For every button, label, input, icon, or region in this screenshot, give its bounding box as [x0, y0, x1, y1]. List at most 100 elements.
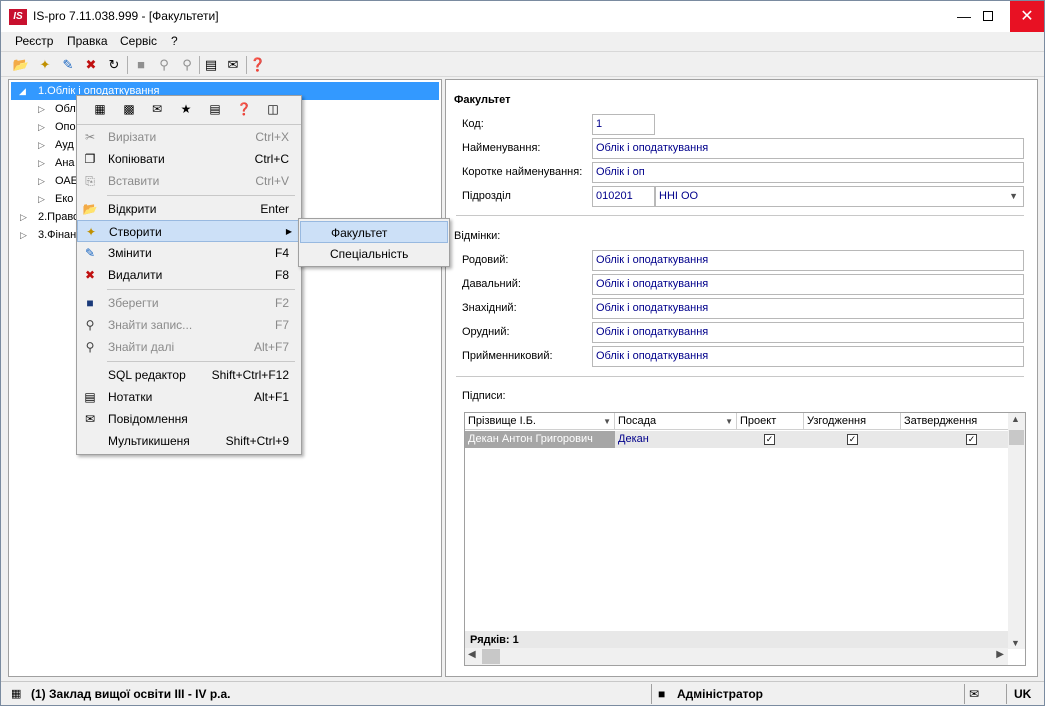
menu-multipocket[interactable]: Мультикишеня Shift+Ctrl+9 [77, 430, 301, 452]
genitive-field[interactable]: Облік і оподаткування [592, 250, 1024, 271]
menu-save[interactable]: ■ Зберегти F2 [77, 292, 301, 314]
menu-item-label: Вставити [108, 174, 160, 188]
menu-cut[interactable]: ✂ Вирізати Ctrl+X [77, 126, 301, 148]
chevron-left-icon[interactable]: ◀ [468, 649, 476, 660]
project-checkbox[interactable]: ✓ [764, 434, 775, 445]
help-icon[interactable]: ❓ [235, 100, 253, 118]
divider [964, 684, 965, 704]
tree-item-label: Ана [55, 157, 75, 169]
find-icon[interactable]: ⚲ [154, 55, 174, 75]
calculator-icon[interactable]: ▦ [91, 100, 109, 118]
expand-arrow-icon[interactable]: ▷ [38, 154, 45, 172]
organization-name: (1) Заклад вищої освіти ІІІ - IV р.а. [31, 687, 231, 701]
edit-document-icon[interactable]: ✎ [58, 55, 78, 75]
delete-document-icon[interactable]: ✖ [81, 55, 101, 75]
menu-item-label: Зберегти [108, 296, 159, 310]
star-icon[interactable]: ★ [177, 100, 195, 118]
copy-icon: ❐ [84, 152, 96, 166]
menu-find[interactable]: ⚲ Знайти запис... F7 [77, 314, 301, 336]
menu-open[interactable]: 📂 Відкрити Enter [77, 198, 301, 220]
chevron-down-icon[interactable]: ▼ [725, 413, 733, 430]
menu-notes[interactable]: ▤ Нотатки Alt+F1 [77, 386, 301, 408]
new-document-icon[interactable]: ✦ [35, 55, 55, 75]
division-select[interactable]: ННІ ОО ▼ [655, 186, 1024, 207]
menu-messages[interactable]: ✉ Повідомлення [77, 408, 301, 430]
tree-item-label: Обл [55, 103, 76, 115]
envelope-icon[interactable]: ✉ [969, 684, 979, 704]
menu-delete[interactable]: ✖ Видалити F8 [77, 264, 301, 286]
help-icon[interactable]: ❓ [248, 55, 268, 75]
expand-arrow-icon[interactable]: ▷ [38, 136, 45, 154]
table-row[interactable]: Декан Антон Григорович Декан ✓ ✓ ✓ [465, 431, 1008, 448]
menu-item-shortcut: Ctrl+C [254, 152, 289, 166]
code-field[interactable]: 1 [592, 114, 655, 135]
vertical-scrollbar[interactable]: ▲ ▼ [1008, 413, 1025, 649]
find-next-icon: ⚲ [85, 340, 95, 354]
menu-paste[interactable]: ⎘ Вставити Ctrl+V [77, 170, 301, 192]
expand-arrow-icon[interactable]: ▷ [38, 118, 45, 136]
expand-arrow-icon[interactable]: ▷ [38, 190, 45, 208]
column-header-project[interactable]: Проект [737, 413, 804, 430]
column-header-approval[interactable]: Узгодження [804, 413, 901, 430]
menu-edit-record[interactable]: ✎ Змінити F4 [77, 242, 301, 264]
expand-arrow-icon[interactable]: ▷ [20, 208, 27, 226]
language-indicator[interactable]: UK [1014, 684, 1031, 704]
scroll-thumb[interactable] [1009, 430, 1024, 445]
name-field[interactable]: Облік і оподаткування [592, 138, 1024, 159]
confirm-checkbox[interactable]: ✓ [966, 434, 977, 445]
menu-registry[interactable]: Реєстр [15, 34, 53, 48]
find-next-icon[interactable]: ⚲ [177, 55, 197, 75]
find-icon: ⚲ [85, 318, 95, 332]
submenu-faculty[interactable]: Факультет [300, 221, 448, 243]
menu-item-shortcut: F8 [274, 268, 289, 282]
collapse-arrow-icon[interactable]: ◢ [19, 82, 26, 100]
chevron-down-icon[interactable]: ▼ [1011, 638, 1020, 648]
chevron-up-icon[interactable]: ▲ [1011, 414, 1020, 424]
expand-arrow-icon[interactable]: ▷ [38, 172, 45, 190]
menu-create[interactable]: ✦ Створити ▶ [77, 220, 301, 242]
division-code-field[interactable]: 010201 [592, 186, 655, 207]
cell-name[interactable]: Декан Антон Григорович [465, 431, 615, 448]
open-folder-icon[interactable]: 📂 [11, 55, 31, 75]
close-button[interactable]: ✕ [1010, 1, 1044, 32]
chevron-down-icon[interactable]: ▼ [1009, 187, 1018, 206]
section-title-faculty: Факультет [454, 94, 511, 106]
menu-service[interactable]: Сервіс [120, 34, 157, 48]
column-header-name[interactable]: Прізвище І.Б. ▼ [465, 413, 615, 430]
chevron-down-icon[interactable]: ▼ [603, 413, 611, 430]
maximize-button[interactable] [973, 1, 1003, 32]
scroll-thumb[interactable] [482, 649, 500, 664]
column-header-position[interactable]: Посада ▼ [615, 413, 737, 430]
accusative-field[interactable]: Облік і оподаткування [592, 298, 1024, 319]
menu-edit[interactable]: Правка [67, 34, 108, 48]
chevron-right-icon[interactable]: ▶ [996, 649, 1004, 660]
menu-item-shortcut: Enter [260, 202, 289, 216]
submenu-specialty[interactable]: Спеціальність [300, 243, 448, 265]
menu-find-next[interactable]: ⚲ Знайти далі Alt+F7 [77, 336, 301, 358]
dative-label: Давальний: [462, 278, 521, 290]
envelope-icon[interactable]: ✉ [223, 55, 243, 75]
horizontal-scrollbar[interactable]: ◀ ▶ [465, 648, 1008, 665]
save-icon[interactable]: ■ [131, 55, 151, 75]
menu-help[interactable]: ? [171, 34, 178, 48]
column-header-confirm[interactable]: Затвердження [901, 413, 1008, 430]
prepositional-field[interactable]: Облік і оподаткування [592, 346, 1024, 367]
expand-arrow-icon[interactable]: ▷ [20, 226, 27, 244]
dative-field[interactable]: Облік і оподаткування [592, 274, 1024, 295]
notes-icon[interactable]: ▤ [201, 55, 221, 75]
title-bar: IS IS-pro 7.11.038.999 - [Факультети] — … [1, 1, 1044, 32]
divider [107, 195, 295, 196]
columns-icon[interactable]: ◫ [264, 100, 282, 118]
menu-copy[interactable]: ❐ Копіювати Ctrl+C [77, 148, 301, 170]
short-name-field[interactable]: Облік і оп [592, 162, 1024, 183]
expand-arrow-icon[interactable]: ▷ [38, 100, 45, 118]
cell-position[interactable]: Декан [615, 431, 737, 448]
notes-icon[interactable]: ▤ [206, 100, 224, 118]
refresh-icon[interactable]: ↻ [104, 55, 124, 75]
approval-checkbox[interactable]: ✓ [847, 434, 858, 445]
menu-sql-editor[interactable]: SQL редактор Shift+Ctrl+F12 [77, 364, 301, 386]
toolbar-divider [127, 56, 128, 74]
instrumental-field[interactable]: Облік і оподаткування [592, 322, 1024, 343]
calendar-icon[interactable]: ▩ [120, 100, 138, 118]
envelope-icon[interactable]: ✉ [148, 100, 166, 118]
